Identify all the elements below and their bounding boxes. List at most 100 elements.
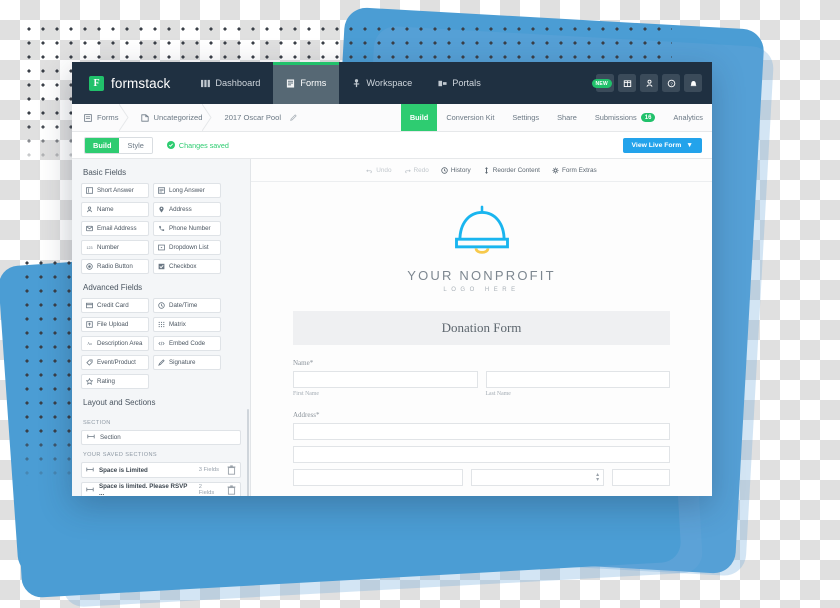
- history-button[interactable]: History: [441, 167, 471, 174]
- address-zip-input[interactable]: [612, 469, 670, 486]
- field-date-time[interactable]: Date/Time: [153, 298, 221, 313]
- last-name-input[interactable]: [485, 371, 670, 388]
- builder-workarea: Basic Fields Short Answer Long Answer Na…: [72, 159, 712, 496]
- field-label: Dropdown List: [169, 244, 209, 251]
- advanced-fields-list: Credit Card Date/Time File Upload Matrix…: [81, 298, 241, 389]
- field-email-address[interactable]: Email Address: [81, 221, 149, 236]
- field-number[interactable]: 123 Number: [81, 240, 149, 255]
- brand-logo[interactable]: F formstack: [72, 75, 171, 91]
- tab-submissions[interactable]: Submissions 16: [586, 104, 665, 131]
- signature-icon: [158, 359, 165, 366]
- field-checkbox[interactable]: Checkbox: [153, 259, 221, 274]
- map-pin-icon: [158, 206, 165, 213]
- saved-section-row[interactable]: Space is Limited 3 Fields: [81, 462, 241, 478]
- sidebar-scrollbar[interactable]: [246, 409, 249, 496]
- form-subtabs: Build Conversion Kit Settings Share Subm…: [400, 104, 712, 131]
- nav-item-dashboard[interactable]: Dashboard: [188, 62, 273, 104]
- reorder-content-button[interactable]: Reorder Content: [483, 167, 540, 174]
- field-name[interactable]: Name: [81, 202, 149, 217]
- folder-icon: [140, 113, 149, 122]
- notifications-button[interactable]: [684, 74, 702, 92]
- trash-icon[interactable]: [227, 465, 236, 475]
- field-short-answer[interactable]: Short Answer: [81, 183, 149, 198]
- user-button[interactable]: [640, 74, 658, 92]
- short-answer-icon: [86, 187, 93, 194]
- pencil-icon[interactable]: [290, 114, 297, 121]
- tab-build[interactable]: Build: [400, 104, 438, 131]
- undo-button[interactable]: Undo: [366, 166, 392, 174]
- trash-icon[interactable]: [227, 485, 236, 495]
- breadcrumb-item-forms[interactable]: Forms: [72, 103, 129, 132]
- first-name-input[interactable]: [293, 371, 478, 388]
- form-preview: YOUR NONPROFIT LOGO HERE Donation Form N…: [251, 182, 712, 486]
- field-phone-number[interactable]: Phone Number: [153, 221, 221, 236]
- field-file-upload[interactable]: File Upload: [81, 317, 149, 332]
- field-dropdown-list[interactable]: Dropdown List: [153, 240, 221, 255]
- toggle-style[interactable]: Style: [119, 137, 152, 153]
- field-signature[interactable]: Signature: [153, 355, 221, 370]
- basic-fields-list: Short Answer Long Answer Name Address Em…: [81, 183, 241, 274]
- redo-button[interactable]: Redo: [404, 167, 429, 174]
- name-input-row: [293, 371, 670, 388]
- address-state-select[interactable]: ▴ ▾: [470, 469, 605, 486]
- bell-icon: [689, 79, 698, 88]
- field-label-name: Name*: [293, 359, 670, 367]
- tab-label: Analytics: [673, 113, 703, 122]
- history-icon: [441, 166, 448, 174]
- field-matrix[interactable]: Matrix: [153, 317, 221, 332]
- field-long-answer[interactable]: Long Answer: [153, 183, 221, 198]
- save-status-label: Changes saved: [178, 140, 229, 150]
- upload-icon: [86, 321, 93, 328]
- field-label: Name: [97, 206, 114, 213]
- spinner-icon: ▴ ▾: [596, 471, 600, 483]
- field-event-product[interactable]: Event/Product: [81, 355, 149, 370]
- tab-share[interactable]: Share: [548, 104, 586, 131]
- form-extras-button[interactable]: Form Extras: [552, 167, 597, 174]
- nav-item-workspace[interactable]: Workspace: [339, 62, 425, 104]
- help-icon: ?: [667, 79, 676, 88]
- star-icon: [86, 378, 93, 385]
- breadcrumb-item-uncategorized[interactable]: Uncategorized: [129, 103, 213, 132]
- view-live-form-button[interactable]: View Live Form ▼: [622, 137, 702, 153]
- tab-label: Submissions: [594, 113, 637, 122]
- saved-section-row[interactable]: Space is limited. Please RSVP ... 2 Fiel…: [81, 482, 241, 496]
- nav-label: Portals: [452, 78, 481, 88]
- tab-analytics[interactable]: Analytics: [664, 104, 712, 131]
- field-address[interactable]: Address: [153, 202, 221, 217]
- address-city-state-zip-row: ▴ ▾: [293, 469, 670, 486]
- breadcrumb-item-form-name[interactable]: 2017 Oscar Pool: [212, 104, 307, 131]
- help-button[interactable]: ?: [662, 74, 680, 92]
- saved-section-count: 3 Fields: [198, 467, 219, 473]
- nonprofit-logo-block: YOUR NONPROFIT LOGO HERE: [251, 200, 712, 293]
- brand-name: formstack: [111, 75, 171, 91]
- field-section[interactable]: Section: [81, 430, 241, 445]
- long-answer-icon: [158, 187, 165, 194]
- store-button[interactable]: [618, 74, 636, 92]
- field-credit-card[interactable]: Credit Card: [81, 298, 149, 313]
- tab-label: Settings: [512, 113, 540, 122]
- breadcrumb-bar: Forms Uncategorized 2017 Oscar Pool Buil…: [72, 103, 712, 132]
- text-icon: Aa: [86, 340, 93, 347]
- tool-label: Undo: [376, 166, 392, 174]
- tab-conversion-kit[interactable]: Conversion Kit: [437, 104, 503, 131]
- field-embed-code[interactable]: Embed Code: [153, 336, 221, 351]
- nav-item-forms[interactable]: Forms: [273, 62, 340, 104]
- saved-section-count: 2 Fields: [198, 484, 215, 496]
- label-text: Name: [293, 359, 310, 367]
- field-description-area[interactable]: Aa Description Area: [81, 336, 149, 351]
- tool-label: Reorder Content: [492, 166, 540, 174]
- address-city-input[interactable]: [293, 469, 463, 486]
- chevron-down-icon: ▼: [686, 141, 693, 149]
- tab-settings[interactable]: Settings: [503, 104, 548, 131]
- address-line-1-input[interactable]: [293, 423, 670, 440]
- first-name-sublabel: First Name: [293, 391, 319, 397]
- view-live-form-label: View Live Form: [631, 141, 682, 149]
- nav-item-portals[interactable]: Portals: [425, 62, 494, 104]
- dropdown-icon: [158, 244, 165, 251]
- field-rating[interactable]: Rating: [81, 374, 149, 389]
- breadcrumb-label: Forms: [97, 113, 119, 122]
- address-line-2-input[interactable]: [293, 446, 670, 463]
- toggle-build[interactable]: Build: [85, 137, 120, 153]
- section-group-label: SECTION: [83, 420, 111, 426]
- field-radio-button[interactable]: Radio Button: [81, 259, 149, 274]
